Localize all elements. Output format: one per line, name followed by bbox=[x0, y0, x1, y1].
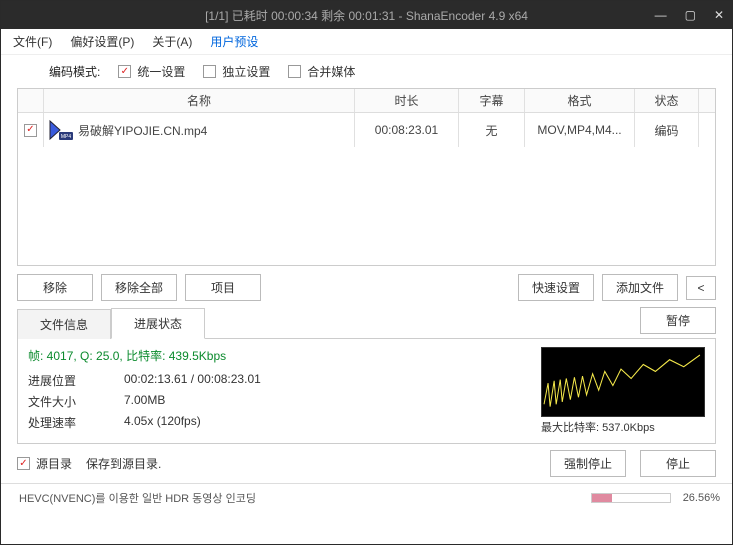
cell-subtitle: 无 bbox=[459, 113, 525, 147]
col-name[interactable]: 名称 bbox=[44, 89, 355, 112]
project-button[interactable]: 项目 bbox=[185, 274, 261, 301]
save-to-source-label: 保存到源目录. bbox=[86, 455, 161, 472]
tab-bar: 文件信息 进展状态 暂停 bbox=[17, 307, 716, 339]
checkbox-empty-icon bbox=[288, 65, 301, 78]
merge-media-label: 合并媒体 bbox=[307, 63, 355, 80]
encode-mode-label: 编码模式: bbox=[49, 63, 100, 80]
menu-about[interactable]: 关于(A) bbox=[152, 33, 192, 50]
cell-status: 编码 bbox=[635, 113, 699, 147]
source-dir-checkbox[interactable]: ✓ 源目录 bbox=[17, 455, 72, 472]
status-text: HEVC(NVENC)를 이용한 일반 HDR 동영상 인코딩 bbox=[19, 490, 591, 506]
add-file-button[interactable]: 添加文件 bbox=[602, 274, 678, 301]
unified-mode-label: 统一设置 bbox=[137, 63, 185, 80]
speed-value: 4.05x (120fps) bbox=[124, 414, 201, 431]
progress-position-label: 进展位置 bbox=[28, 372, 124, 389]
source-dir-label: 源目录 bbox=[36, 455, 72, 472]
footer-row: ✓ 源目录 保存到源目录. 强制停止 停止 bbox=[17, 450, 716, 477]
independent-mode-label: 独立设置 bbox=[222, 63, 270, 80]
unified-mode-checkbox[interactable]: ✓ 统一设置 bbox=[118, 63, 185, 80]
menu-bar: 文件(F) 偏好设置(P) 关于(A) 用户预设 bbox=[1, 29, 732, 55]
video-file-icon: MP4 bbox=[48, 119, 74, 141]
progress-bar bbox=[591, 493, 671, 503]
col-scroll bbox=[699, 89, 715, 112]
maximize-icon[interactable]: ▢ bbox=[685, 8, 696, 22]
file-size-label: 文件大小 bbox=[28, 393, 124, 410]
status-bar: HEVC(NVENC)를 이용한 일반 HDR 동영상 인코딩 26.56% bbox=[1, 483, 732, 510]
col-format[interactable]: 格式 bbox=[525, 89, 635, 112]
merge-media-checkbox[interactable]: 合并媒体 bbox=[288, 63, 355, 80]
table-row[interactable]: ✓ MP4 易破解YIPOJIE.CN.mp4 00:08:23.01 无 MO… bbox=[18, 113, 715, 147]
col-duration[interactable]: 时长 bbox=[355, 89, 459, 112]
title-bar: [1/1] 已耗时 00:00:34 剩余 00:01:31 - ShanaEn… bbox=[1, 1, 732, 29]
file-list: 名称 时长 字幕 格式 状态 ✓ MP4 易破解YIPOJIE.CN.mp4 0… bbox=[17, 88, 716, 266]
stop-button[interactable]: 停止 bbox=[640, 450, 716, 477]
tab-progress[interactable]: 进展状态 bbox=[111, 308, 205, 339]
menu-preferences[interactable]: 偏好设置(P) bbox=[70, 33, 134, 50]
encode-mode-row: 编码模式: ✓ 统一设置 独立设置 合并媒体 bbox=[1, 55, 732, 88]
max-bitrate: 最大比特率: 537.0Kbps bbox=[541, 419, 705, 435]
progress-position-value: 00:02:13.61 / 00:08:23.01 bbox=[124, 372, 261, 389]
cell-duration: 00:08:23.01 bbox=[355, 113, 459, 147]
check-icon: ✓ bbox=[17, 457, 30, 470]
collapse-button[interactable]: < bbox=[686, 276, 716, 300]
progress-percent: 26.56% bbox=[683, 492, 720, 504]
close-icon[interactable]: ✕ bbox=[714, 8, 724, 22]
svg-text:MP4: MP4 bbox=[61, 134, 72, 140]
bitrate-graph bbox=[541, 347, 705, 417]
file-size-value: 7.00MB bbox=[124, 393, 165, 410]
col-check[interactable] bbox=[18, 89, 44, 112]
quick-settings-button[interactable]: 快速设置 bbox=[518, 274, 594, 301]
file-list-header: 名称 时长 字幕 格式 状态 bbox=[18, 89, 715, 113]
row-check-icon[interactable]: ✓ bbox=[24, 124, 37, 137]
file-name: 易破解YIPOJIE.CN.mp4 bbox=[78, 122, 207, 139]
col-subtitle[interactable]: 字幕 bbox=[459, 89, 525, 112]
button-row: 移除 移除全部 项目 快速设置 添加文件 < bbox=[17, 274, 716, 301]
progress-pane: 帧: 4017, Q: 25.0, 比特率: 439.5Kbps 进展位置00:… bbox=[17, 339, 716, 444]
progress-summary: 帧: 4017, Q: 25.0, 比特率: 439.5Kbps bbox=[28, 347, 531, 364]
independent-mode-checkbox[interactable]: 独立设置 bbox=[203, 63, 270, 80]
checkbox-empty-icon bbox=[203, 65, 216, 78]
force-stop-button[interactable]: 强制停止 bbox=[550, 450, 626, 477]
minimize-icon[interactable]: — bbox=[655, 8, 667, 22]
tab-file-info[interactable]: 文件信息 bbox=[17, 309, 111, 339]
check-icon: ✓ bbox=[118, 65, 131, 78]
remove-all-button[interactable]: 移除全部 bbox=[101, 274, 177, 301]
cell-format: MOV,MP4,M4... bbox=[525, 113, 635, 147]
col-status[interactable]: 状态 bbox=[635, 89, 699, 112]
pause-button[interactable]: 暂停 bbox=[640, 307, 716, 334]
menu-file[interactable]: 文件(F) bbox=[13, 33, 52, 50]
window-title: [1/1] 已耗时 00:00:34 剩余 00:01:31 - ShanaEn… bbox=[205, 7, 528, 24]
speed-label: 处理速率 bbox=[28, 414, 124, 431]
remove-button[interactable]: 移除 bbox=[17, 274, 93, 301]
menu-user-preset[interactable]: 用户预设 bbox=[210, 33, 258, 50]
